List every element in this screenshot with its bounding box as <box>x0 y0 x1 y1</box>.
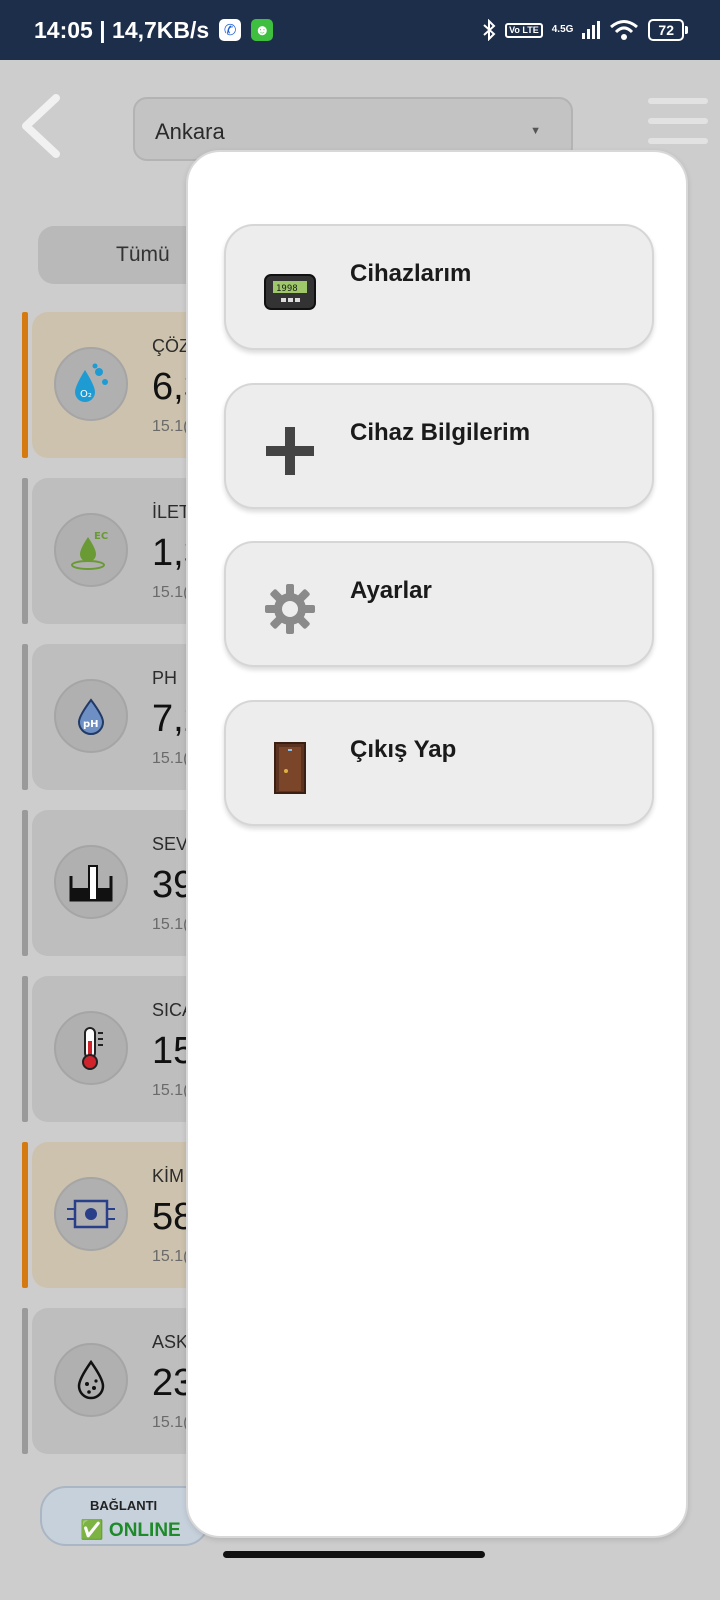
menu-item-label: Çıkış Yap <box>350 736 457 763</box>
thermometer-icon <box>54 1011 128 1085</box>
chat-notification-icon: ☻ <box>251 19 274 41</box>
city-dropdown-value: Ankara <box>155 119 225 144</box>
menu-item-logout[interactable]: Çıkış Yap <box>224 700 654 826</box>
menu-item-settings[interactable]: Ayarlar <box>224 541 654 667</box>
sensor-name: ÇÖZ <box>152 336 190 356</box>
oxygen-drop-icon: O₂ <box>54 347 128 421</box>
tab-all-label: Tümü <box>116 243 170 266</box>
menu-item-device-info[interactable]: Cihaz Bilgilerim <box>224 383 654 509</box>
chemical-sensor-icon <box>54 1177 128 1251</box>
battery-indicator: 72 <box>648 19 688 41</box>
sensor-date: 15.1( <box>152 584 189 601</box>
chevron-down-icon: ▼ <box>530 125 541 137</box>
status-bar: 14:05 | 14,7KB/s ✆ ☻ Vo LTE 4.5G 72 <box>0 0 720 60</box>
sensor-date: 15.1( <box>152 750 189 767</box>
card-status-bar <box>22 644 28 790</box>
status-left: 14:05 | 14,7KB/s ✆ ☻ <box>34 0 274 60</box>
card-status-bar <box>22 1308 28 1454</box>
sensor-name: ASK <box>152 1332 189 1352</box>
sensor-name: SEV <box>152 834 189 854</box>
svg-text:pH: pH <box>83 719 99 730</box>
pager-device-icon: 1998 <box>262 264 318 320</box>
connection-status: ✅ ONLINE <box>80 1520 181 1541</box>
svg-text:1998: 1998 <box>276 284 298 294</box>
menu-item-label: Cihaz Bilgilerim <box>350 419 531 446</box>
svg-text:EC: EC <box>94 531 108 542</box>
menu-button[interactable] <box>648 98 708 146</box>
conductivity-ec-icon: EC <box>54 513 128 587</box>
door-icon <box>262 740 318 796</box>
water-level-icon <box>54 845 128 919</box>
home-indicator[interactable] <box>223 1551 485 1558</box>
volte-icon: Vo LTE <box>505 22 543 38</box>
connection-status-pill: BAĞLANTI ✅ ONLINE <box>40 1486 210 1546</box>
bluetooth-icon <box>483 19 496 41</box>
card-status-bar <box>22 312 28 458</box>
plus-icon <box>262 423 318 479</box>
card-status-bar <box>22 976 28 1122</box>
status-time-speed: 14:05 | 14,7KB/s <box>34 16 210 43</box>
back-button[interactable] <box>20 94 64 158</box>
signal-icon <box>582 21 601 39</box>
status-right: Vo LTE 4.5G 72 <box>482 0 688 60</box>
sensor-name: KİM <box>152 1166 185 1186</box>
suspended-solids-icon <box>54 1343 128 1417</box>
network-type: 4.5G <box>551 24 574 35</box>
sensor-date: 15.1( <box>152 916 189 933</box>
side-menu-panel: 1998 Cihazlarım Cihaz Bilgilerim Ayarlar… <box>186 150 688 1538</box>
menu-item-devices[interactable]: 1998 Cihazlarım <box>224 224 654 350</box>
sensor-date: 15.1( <box>152 1414 189 1431</box>
card-status-bar <box>22 478 28 624</box>
card-status-bar <box>22 1142 28 1288</box>
sensor-name: İLET <box>152 502 191 522</box>
sensor-date: 15.1( <box>152 418 189 435</box>
sensor-date: 15.1( <box>152 1248 189 1265</box>
wifi-icon <box>610 20 639 40</box>
gear-icon <box>262 581 318 637</box>
phone-notification-icon: ✆ <box>219 19 242 41</box>
svg-text:O₂: O₂ <box>80 389 92 400</box>
sensor-date: 15.1( <box>152 1082 189 1099</box>
menu-item-label: Ayarlar <box>350 577 432 604</box>
chevron-left-icon <box>22 94 60 158</box>
connection-label: BAĞLANTI <box>90 1498 158 1513</box>
card-status-bar <box>22 810 28 956</box>
menu-item-label: Cihazlarım <box>350 260 472 287</box>
ph-drop-icon: pH <box>54 679 128 753</box>
sensor-name: PH <box>152 668 178 688</box>
